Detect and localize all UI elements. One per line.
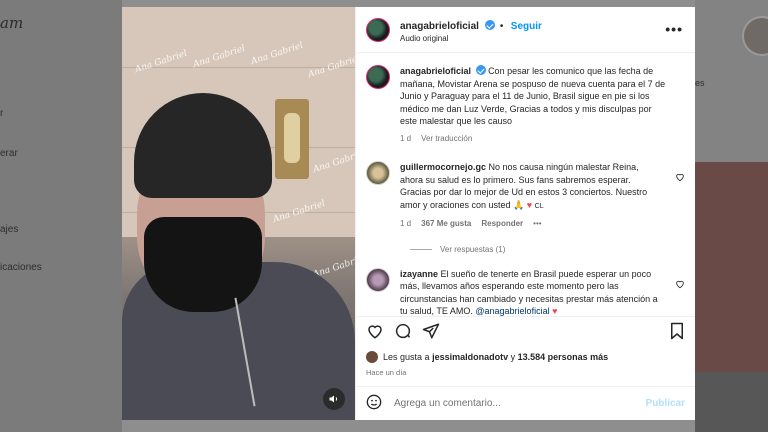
verified-badge-icon bbox=[475, 65, 486, 75]
author-avatar[interactable] bbox=[366, 17, 390, 42]
caption-time[interactable]: 1 d bbox=[400, 133, 411, 146]
post-header: anagabrieloficial • Seguir Audio origina… bbox=[356, 7, 695, 53]
add-comment-bar: Agrega un comentario... Publicar bbox=[356, 386, 695, 420]
translate-link[interactable]: Ver traducción bbox=[421, 133, 472, 146]
audio-label[interactable]: Audio original bbox=[400, 34, 542, 44]
emoji-icon[interactable] bbox=[366, 394, 382, 413]
post-modal: Ana Gabriel Ana Gabriel Ana Gabriel Ana … bbox=[122, 7, 695, 420]
background-nav-item: r bbox=[0, 108, 4, 119]
view-replies[interactable]: Ver respuestas (1) bbox=[410, 245, 685, 254]
caption: anagabrieloficial Con pesar les comunico… bbox=[366, 65, 685, 145]
background-nav-item: icaciones bbox=[0, 262, 42, 273]
commenter-avatar[interactable] bbox=[366, 267, 390, 292]
background-logo: am bbox=[0, 14, 24, 32]
comment-item: izayanne El sueño de tenerte en Brasil p… bbox=[366, 267, 685, 316]
view-replies-label[interactable]: Ver respuestas (1) bbox=[440, 245, 505, 254]
video-person-mask bbox=[144, 217, 262, 312]
comment-flag: CL bbox=[534, 202, 544, 210]
video-wall-fixture bbox=[275, 99, 309, 179]
commenter-avatar[interactable] bbox=[366, 161, 390, 185]
likes-prefix: Les gusta a bbox=[383, 352, 430, 362]
background-nav-item: erar bbox=[0, 148, 18, 159]
comment-icon[interactable] bbox=[394, 322, 412, 345]
red-heart-emoji: ♥ bbox=[526, 199, 533, 210]
background-thumbnail bbox=[695, 372, 768, 432]
post-time[interactable]: Hace un día bbox=[356, 364, 695, 386]
post-actions bbox=[356, 316, 695, 350]
mute-icon[interactable] bbox=[323, 388, 345, 410]
comment-more-icon[interactable]: ••• bbox=[533, 218, 541, 231]
liker-avatar[interactable] bbox=[366, 351, 378, 363]
author-username[interactable]: anagabrieloficial bbox=[400, 21, 479, 32]
background-nav-item: ajes bbox=[0, 224, 19, 235]
comment-mention[interactable]: @anagabrieloficial bbox=[475, 306, 549, 316]
background-feed bbox=[695, 0, 768, 432]
heart-icon[interactable] bbox=[366, 322, 384, 345]
comments-list: anagabrieloficial Con pesar les comunico… bbox=[356, 53, 695, 316]
post-comment-button[interactable]: Publicar bbox=[646, 398, 685, 409]
author-avatar[interactable] bbox=[366, 65, 390, 89]
follow-button[interactable]: Seguir bbox=[511, 21, 542, 32]
comment-time[interactable]: 1 d bbox=[400, 218, 411, 231]
comment-likes[interactable]: 367 Me gusta bbox=[421, 218, 471, 231]
verified-badge-icon bbox=[485, 20, 496, 31]
post-video[interactable]: Ana Gabriel Ana Gabriel Ana Gabriel Ana … bbox=[122, 7, 355, 420]
liker-username[interactable]: jessimaldonadotv bbox=[432, 352, 508, 362]
more-options-icon[interactable]: ••• bbox=[665, 21, 683, 37]
comment-item: guillermocornejo.gc No nos causa ningún … bbox=[366, 161, 685, 231]
red-heart-emoji: ♥ bbox=[552, 306, 558, 316]
comment-username[interactable]: guillermocornejo.gc bbox=[400, 162, 486, 172]
likes-count[interactable]: 13.584 personas más bbox=[518, 352, 609, 362]
background-thumbnail bbox=[695, 162, 768, 372]
background-sidebar: am r erar ajes icaciones bbox=[0, 0, 122, 432]
background-story-label: es bbox=[695, 78, 705, 88]
comment-like-heart-icon[interactable] bbox=[675, 169, 685, 187]
share-icon[interactable] bbox=[422, 322, 440, 345]
caption-username[interactable]: anagabrieloficial bbox=[400, 66, 471, 76]
bookmark-icon[interactable] bbox=[669, 322, 685, 345]
comment-input[interactable]: Agrega un comentario... bbox=[394, 398, 646, 409]
reply-button[interactable]: Responder bbox=[481, 218, 523, 231]
comment-like-heart-icon[interactable] bbox=[675, 276, 685, 294]
comment-username[interactable]: izayanne bbox=[400, 269, 438, 279]
likes-conj: y bbox=[510, 352, 516, 362]
likes-summary: Les gusta a jessimaldonadotv y 13.584 pe… bbox=[356, 350, 695, 364]
post-sidebar: anagabrieloficial • Seguir Audio origina… bbox=[355, 7, 695, 420]
